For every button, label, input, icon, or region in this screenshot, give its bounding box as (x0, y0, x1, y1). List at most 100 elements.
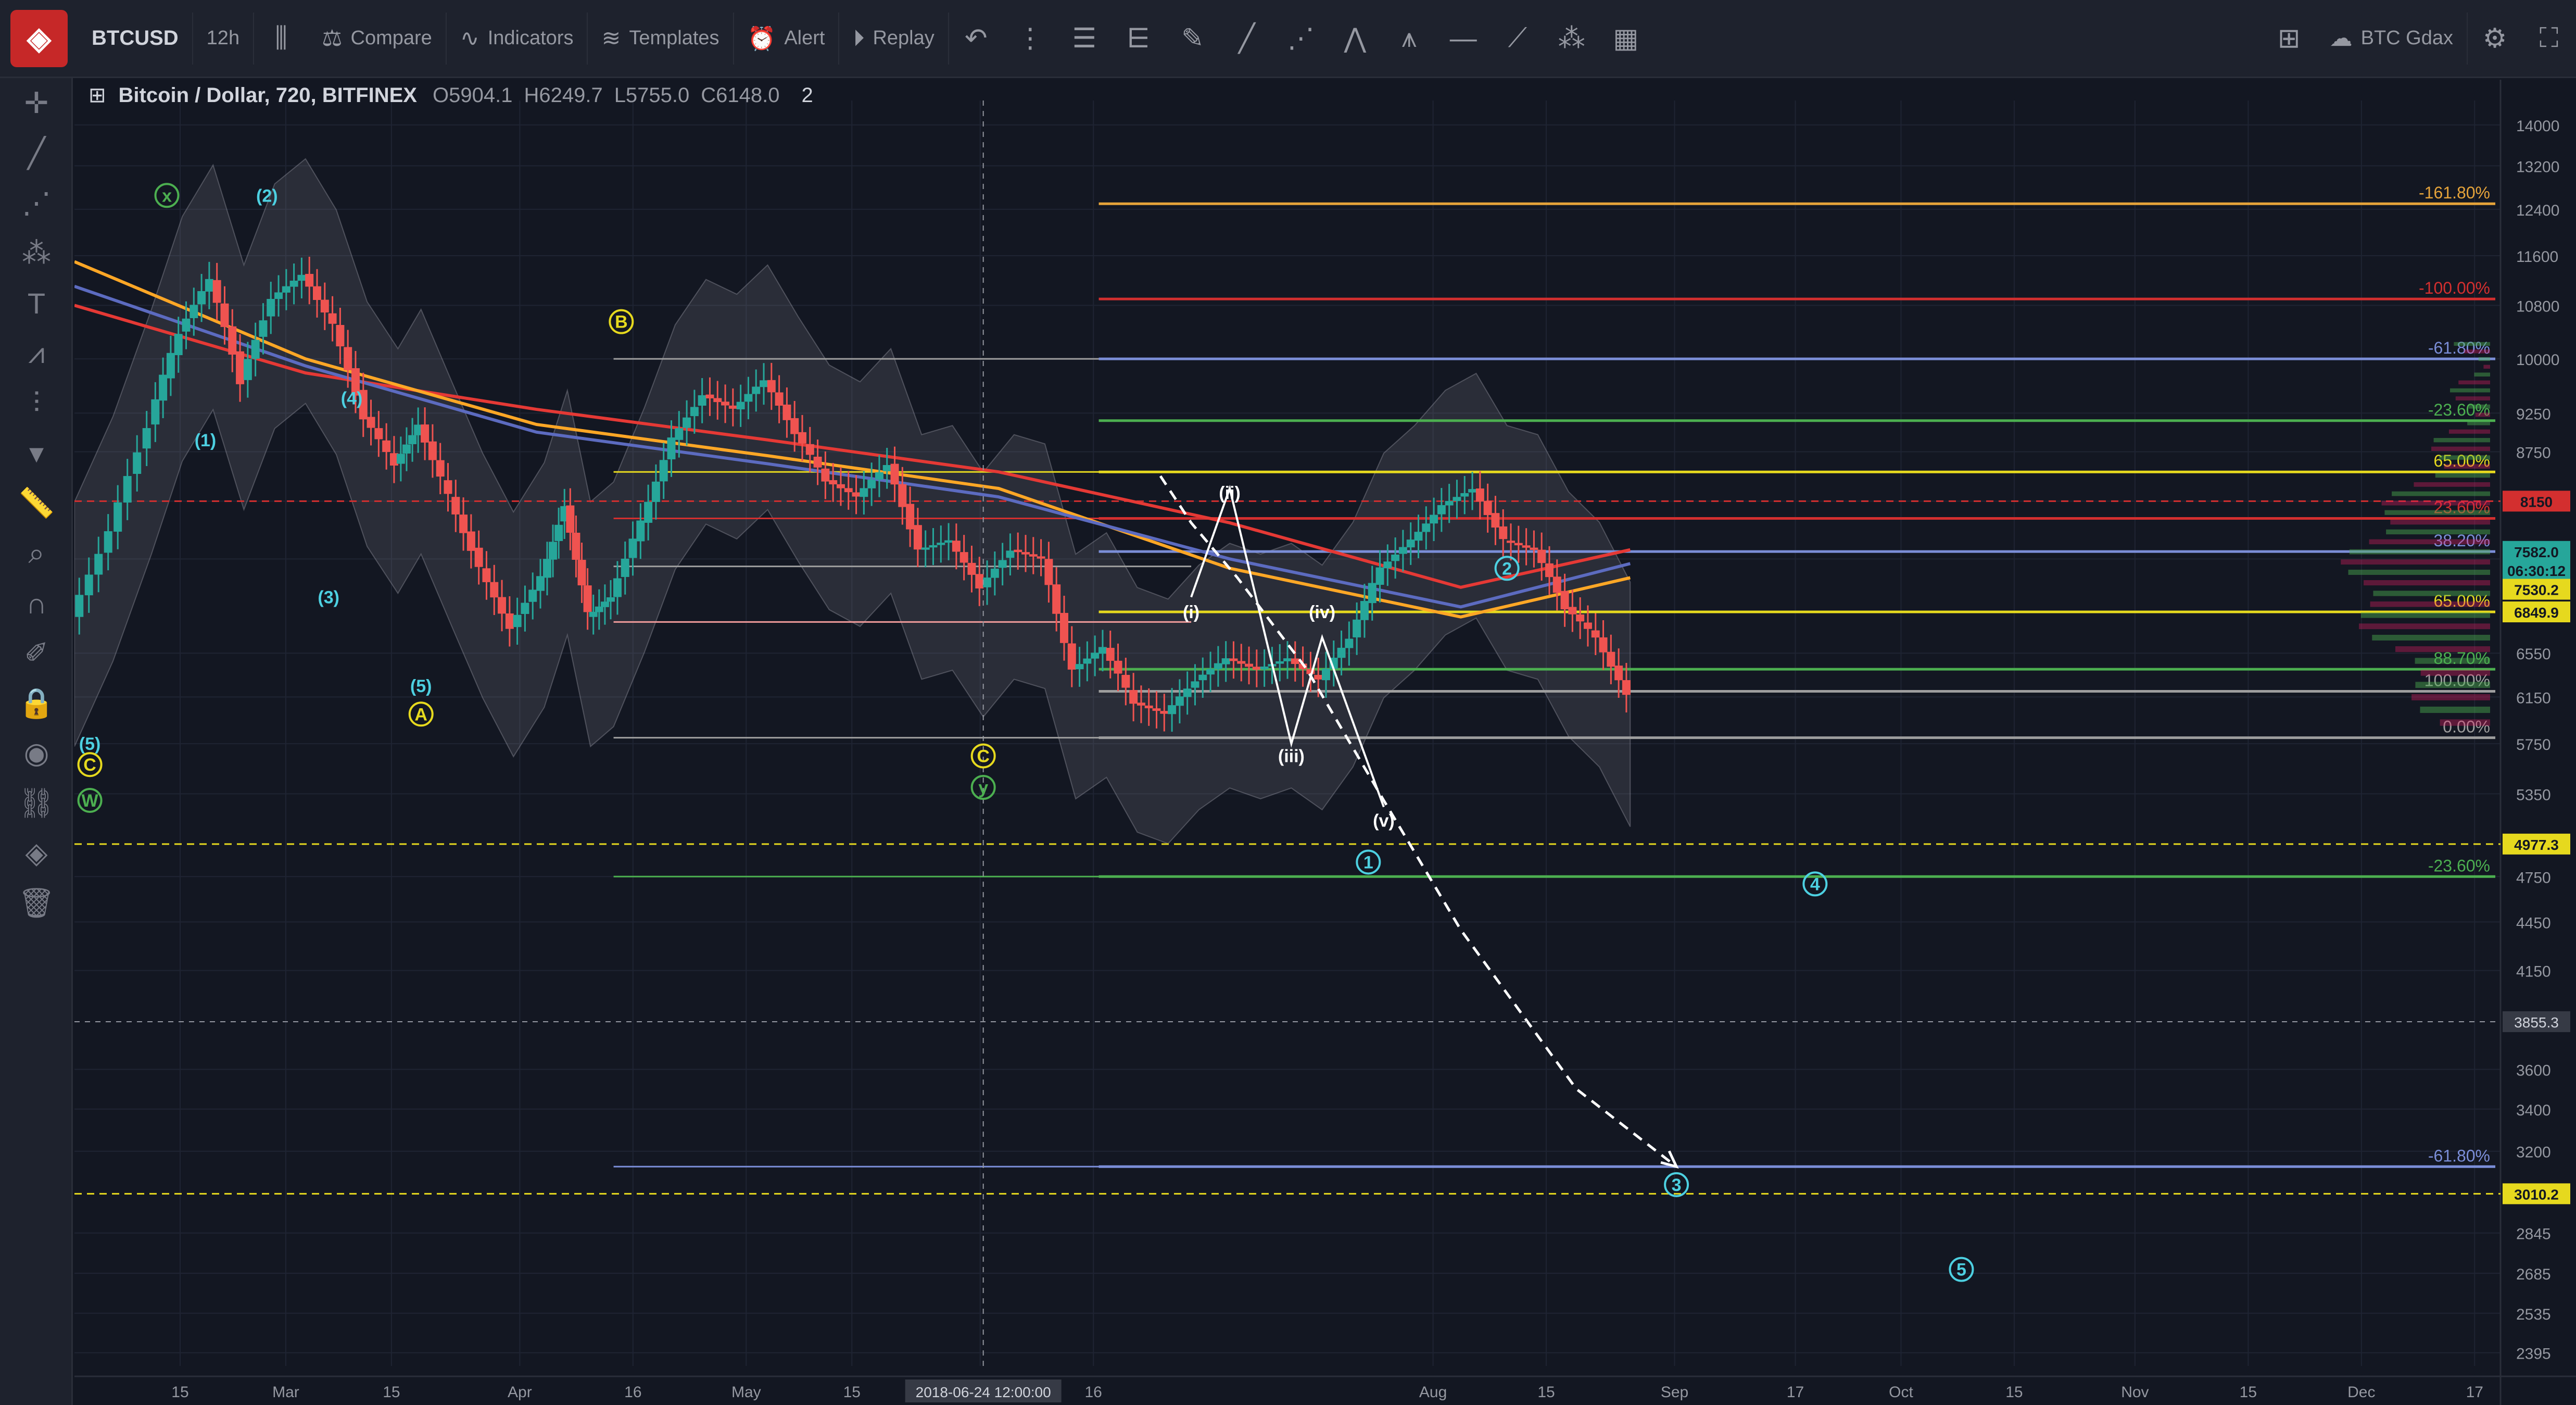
undo-icon[interactable]: ↶ (949, 12, 1003, 65)
layers-icon[interactable]: ◈ (0, 828, 73, 878)
chart-area[interactable]: 1400013200124001160010800100009250875081… (74, 80, 2576, 1405)
pattern-tool-sidebar-icon[interactable]: ⁂ (0, 228, 73, 278)
candle-body (595, 606, 603, 612)
compare-button[interactable]: ⚖ Compare (308, 12, 447, 65)
volume-profile-bar (2474, 372, 2490, 377)
x-tick-label: Aug (1419, 1384, 1447, 1401)
candle-body (344, 347, 352, 370)
account-button[interactable]: ☁ BTC Gdax (2316, 12, 2468, 65)
volume-profile-bar (2439, 455, 2490, 460)
candle-body (1067, 643, 1076, 670)
lock-icon[interactable]: 🔒 (0, 678, 73, 728)
legend-title[interactable]: Bitcoin / Dollar, 720, BITFINEX (119, 84, 417, 107)
ray-icon[interactable]: ⟋ (1491, 12, 1545, 65)
text-tool-icon[interactable]: T (0, 278, 73, 328)
crosshair-date-label: 2018-06-24 12:00:00 (916, 1384, 1051, 1400)
crosshair-icon[interactable]: ✛ (0, 78, 73, 128)
volume-profile-bar (2483, 365, 2490, 369)
horizontal-lines-icon[interactable]: ☰ (1057, 12, 1112, 65)
volume-profile-bar (2475, 412, 2490, 417)
candle-body (844, 488, 853, 493)
candle-body (259, 320, 268, 337)
volume-profile-bar (2392, 491, 2490, 496)
candle-body (205, 279, 213, 292)
layout-icon[interactable]: ⊞ (2262, 12, 2316, 65)
drag-handle-icon[interactable]: ⋮ (1003, 12, 1057, 65)
templates-button[interactable]: ≋ Templates (588, 12, 734, 65)
volume-profile-bar (2360, 612, 2490, 618)
indicator-count-badge[interactable]: 2 (802, 84, 813, 107)
zoom-icon[interactable]: ⌕ (0, 528, 73, 578)
candle-body (1129, 690, 1138, 704)
grid-tool-icon[interactable]: ▦ (1599, 12, 1653, 65)
candle-body (1483, 500, 1492, 516)
trash-icon[interactable]: 🗑 (0, 878, 73, 928)
indicators-button[interactable]: ∿ Indicators (447, 12, 588, 65)
y-tick-label: 4750 (2516, 869, 2551, 886)
forecast-tool-icon[interactable]: ⫶ (0, 378, 73, 428)
legend-settings-icon[interactable]: ⊞ (89, 83, 106, 107)
candle-body (628, 538, 637, 558)
candle-body (1121, 674, 1130, 688)
node-tool-icon[interactable]: ⁂ (1545, 12, 1599, 65)
wave-label: y (978, 778, 988, 798)
settings-icon[interactable]: ⚙ (2468, 12, 2522, 65)
wave-label: B (615, 312, 628, 332)
volume-profile-bar (2455, 396, 2490, 400)
y-tick-label: 13200 (2516, 158, 2559, 175)
candle-body (190, 305, 198, 318)
candle-body (998, 560, 1007, 568)
pattern-tool-icon[interactable]: ⋀ (1328, 12, 1382, 65)
candle-body (1198, 674, 1207, 681)
fib-tool-icon[interactable]: ⋰ (1274, 12, 1328, 65)
candle-body (1229, 658, 1238, 661)
candle-body (898, 484, 907, 507)
magnet-icon[interactable]: ∩ (0, 578, 73, 628)
candle-body (952, 541, 961, 552)
x-tick-label: 16 (624, 1384, 641, 1401)
eye-icon[interactable]: ◉ (0, 728, 73, 778)
alert-button[interactable]: ⏰ Alert (734, 12, 840, 65)
pitchfork-icon[interactable]: ⋿ (1112, 12, 1166, 65)
fullscreen-icon[interactable]: ⛶ (2522, 12, 2576, 65)
chart-style-icon[interactable]: ⫼ (254, 12, 308, 65)
horizontal-ray-icon[interactable]: — (1436, 12, 1491, 65)
ruler-icon[interactable]: 📏 (0, 478, 73, 528)
candle-body (1114, 660, 1122, 674)
candle-body (913, 525, 922, 550)
volume-profile-bar (2415, 658, 2490, 664)
x-tick-label: 15 (1537, 1384, 1555, 1401)
replay-button[interactable]: ⏵ Replay (839, 12, 949, 65)
brush-icon[interactable]: ✎ (1166, 12, 1220, 65)
x-tick-label: Mar (272, 1384, 299, 1401)
collapse-arrow-icon[interactable]: ▾ (0, 428, 73, 478)
fib-level-label: -100.00% (2419, 279, 2490, 297)
app-logo-icon[interactable]: ◈ (10, 9, 68, 67)
wave-label: 3 (1672, 1175, 1682, 1195)
compare-icon: ⚖ (322, 26, 343, 51)
interval-button[interactable]: 12h (193, 12, 255, 65)
candle-body (1029, 554, 1038, 557)
candle-body (1191, 681, 1199, 688)
elliott-wave-icon[interactable]: ⩚ (1382, 12, 1436, 65)
link-icon[interactable]: ⛓ (0, 778, 73, 828)
trend-line-icon[interactable]: ╱ (1220, 12, 1274, 65)
stay-in-drawing-icon[interactable]: ✐ (0, 628, 73, 678)
fib-retracement-tool-icon[interactable]: ⋰ (0, 178, 73, 228)
fib-level-label: -61.80% (2428, 338, 2490, 357)
wave-tool-icon[interactable]: ⩘ (0, 328, 73, 378)
symbol-search-button[interactable]: BTCUSD (78, 12, 193, 65)
price-tag-label: 3010.2 (2514, 1186, 2559, 1202)
candle-body (760, 380, 768, 387)
y-tick-label: 5750 (2516, 736, 2551, 754)
candle-body (890, 463, 899, 485)
candle-body (554, 524, 563, 541)
trend-line-tool-icon[interactable]: ╱ (0, 128, 73, 178)
candle-body (166, 353, 175, 379)
x-tick-label: Dec (2347, 1384, 2375, 1401)
price-chart[interactable]: 1400013200124001160010800100009250875081… (74, 80, 2576, 1405)
candle-body (1406, 540, 1415, 548)
candle-body (490, 582, 499, 598)
candle-body (1221, 658, 1230, 664)
candle-body (542, 559, 551, 578)
